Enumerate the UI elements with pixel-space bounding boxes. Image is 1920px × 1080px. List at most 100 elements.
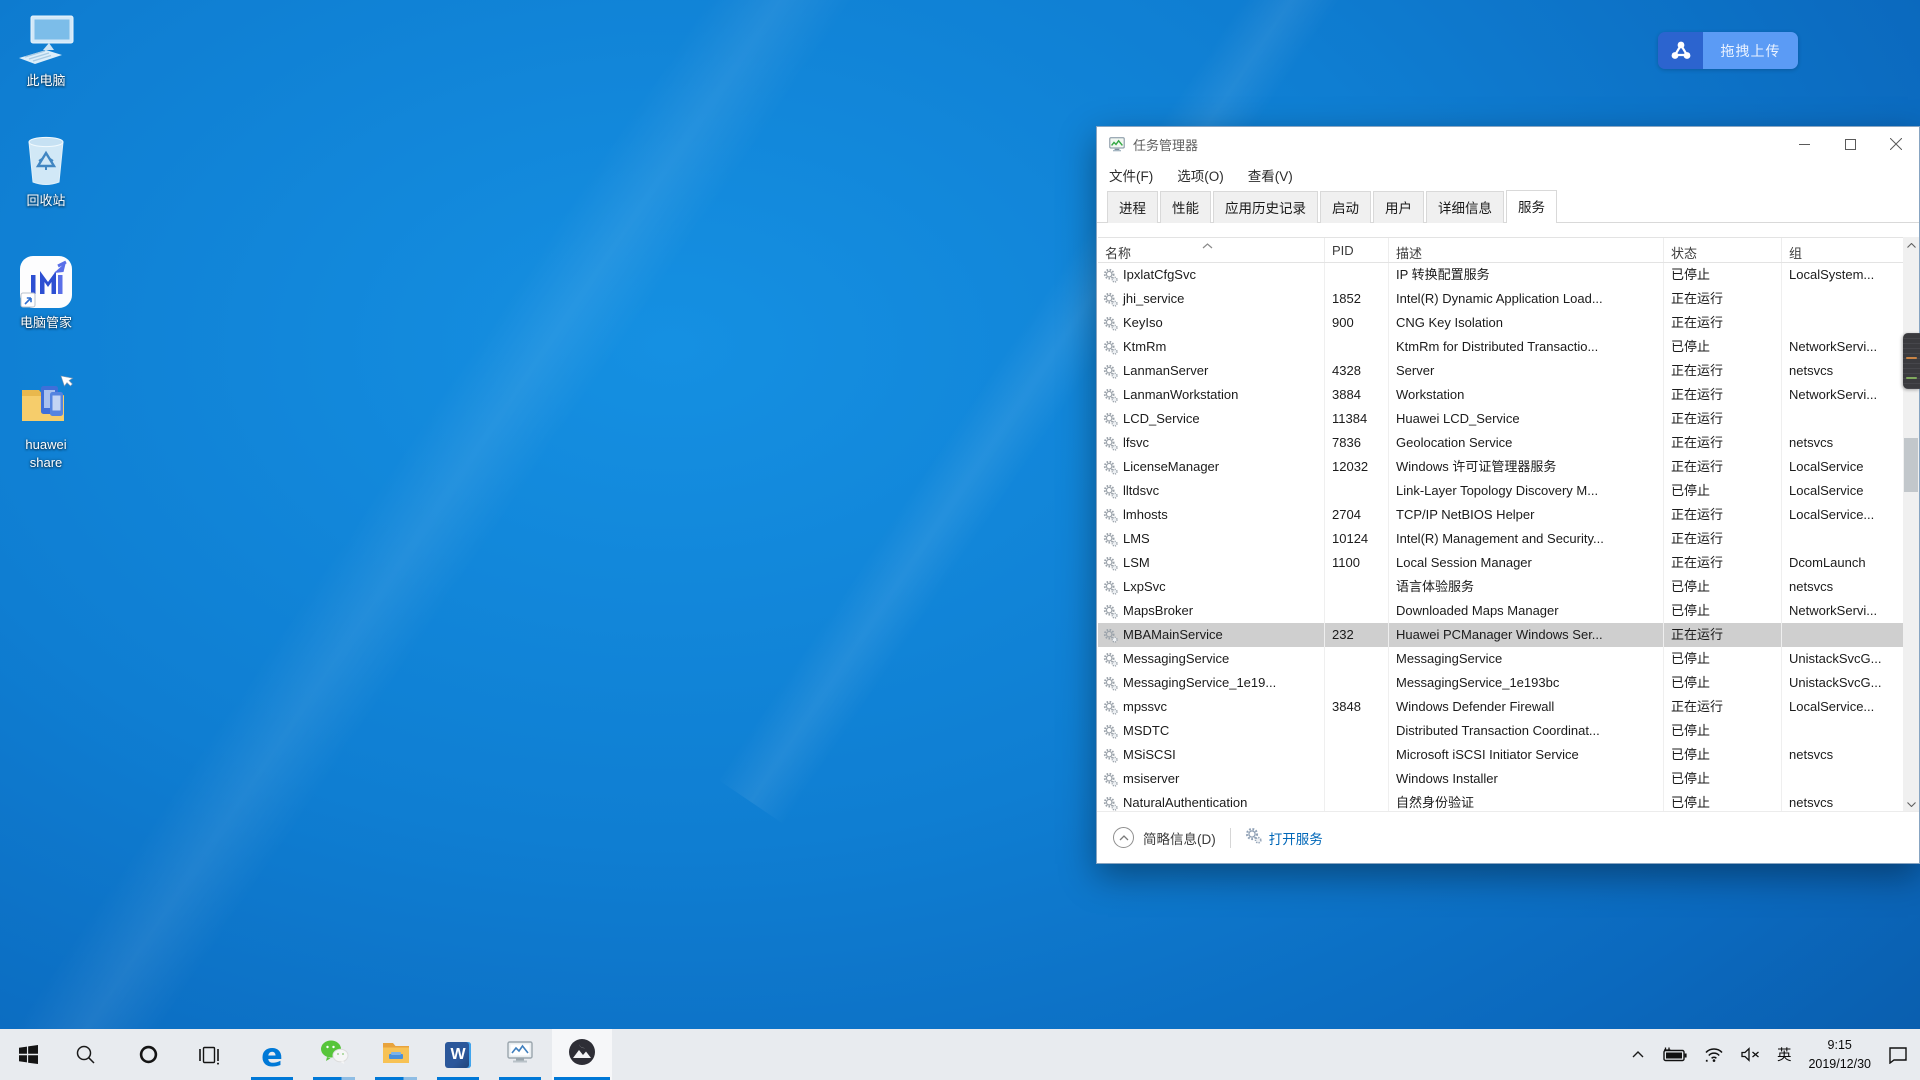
service-name: jhi_service <box>1123 287 1184 311</box>
service-row[interactable]: MBAMainService 232 Huawei PCManager Wind… <box>1098 623 1904 647</box>
taskbar-wechat-button[interactable] <box>304 1029 364 1080</box>
column-header-group[interactable]: 组 <box>1782 238 1904 262</box>
service-group <box>1782 527 1904 551</box>
service-row[interactable]: lmhosts 2704 TCP/IP NetBIOS Helper 正在运行 … <box>1098 503 1904 527</box>
menu-item[interactable]: 文件(F) <box>1109 165 1153 185</box>
service-row[interactable]: KtmRm KtmRm for Distributed Transactio..… <box>1098 335 1904 359</box>
menu-item[interactable]: 选项(O) <box>1177 165 1224 185</box>
desktop-icon-huawei-share[interactable]: huawei share <box>6 376 86 471</box>
service-row[interactable]: MessagingService_1e19... MessagingServic… <box>1098 671 1904 695</box>
volume-muted-icon[interactable] <box>1741 1047 1760 1062</box>
service-name: LicenseManager <box>1123 455 1219 479</box>
service-group <box>1782 719 1904 743</box>
service-status: 正在运行 <box>1664 695 1782 719</box>
tab[interactable]: 性能 <box>1160 191 1211 223</box>
task-view-button[interactable] <box>180 1029 240 1080</box>
minimize-button[interactable] <box>1781 127 1827 161</box>
open-services-link[interactable]: 打开服务 <box>1245 827 1323 849</box>
service-status: 正在运行 <box>1664 527 1782 551</box>
tab[interactable]: 详细信息 <box>1426 191 1504 223</box>
desktop-icon-pc-manager[interactable]: 电脑管家 <box>6 254 86 332</box>
maximize-button[interactable] <box>1827 127 1873 161</box>
cortana-button[interactable] <box>118 1029 178 1080</box>
service-row[interactable]: MSDTC Distributed Transaction Coordinat.… <box>1098 719 1904 743</box>
service-row[interactable]: LicenseManager 12032 Windows 许可证管理器服务 正在… <box>1098 455 1904 479</box>
search-button[interactable] <box>56 1029 116 1080</box>
edge-docked-widget[interactable] <box>1903 333 1920 389</box>
service-row[interactable]: LanmanServer 4328 Server 正在运行 netsvcs <box>1098 359 1904 383</box>
close-button[interactable] <box>1873 127 1919 161</box>
taskbar-word-button[interactable]: W <box>428 1029 488 1080</box>
service-name: LxpSvc <box>1123 575 1166 599</box>
service-row[interactable]: lltdsvc Link-Layer Topology Discovery M.… <box>1098 479 1904 503</box>
column-header-status[interactable]: 状态 <box>1664 238 1782 262</box>
column-header-name[interactable]: 名称 <box>1098 238 1325 262</box>
desktop-icon-this-pc[interactable]: 此电脑 <box>6 12 86 90</box>
service-gear-icon <box>1103 652 1118 667</box>
service-status: 正在运行 <box>1664 359 1782 383</box>
scrollbar-thumb[interactable] <box>1904 438 1918 492</box>
service-pid <box>1325 647 1389 671</box>
service-name: NaturalAuthentication <box>1123 791 1247 813</box>
ime-indicator[interactable]: 英 <box>1777 1044 1792 1065</box>
tab[interactable]: 进程 <box>1107 191 1158 223</box>
service-row[interactable]: LxpSvc 语言体验服务 已停止 netsvcs <box>1098 575 1904 599</box>
service-group: netsvcs <box>1782 791 1904 813</box>
service-name: IpxlatCfgSvc <box>1123 263 1196 287</box>
service-row[interactable]: LMS 10124 Intel(R) Management and Securi… <box>1098 527 1904 551</box>
vertical-scrollbar[interactable] <box>1903 237 1919 813</box>
battery-charging-icon[interactable] <box>1661 1047 1687 1062</box>
service-row[interactable]: MessagingService MessagingService 已停止 Un… <box>1098 647 1904 671</box>
action-center-icon[interactable] <box>1888 1046 1908 1064</box>
service-description: Intel(R) Dynamic Application Load... <box>1389 287 1664 311</box>
service-row[interactable]: IpxlatCfgSvc IP 转换配置服务 已停止 LocalSystem..… <box>1098 263 1904 287</box>
service-gear-icon <box>1103 484 1118 499</box>
taskbar-task-manager-button[interactable] <box>490 1029 550 1080</box>
service-row[interactable]: mpssvc 3848 Windows Defender Firewall 正在… <box>1098 695 1904 719</box>
wifi-icon[interactable] <box>1704 1047 1724 1062</box>
footer-divider <box>1230 828 1231 848</box>
service-description: Windows Defender Firewall <box>1389 695 1664 719</box>
tray-expand-chevron-icon[interactable] <box>1632 1051 1644 1058</box>
tab[interactable]: 用户 <box>1373 191 1424 223</box>
service-row[interactable]: MapsBroker Downloaded Maps Manager 已停止 N… <box>1098 599 1904 623</box>
tab[interactable]: 应用历史记录 <box>1213 191 1318 223</box>
taskbar-clock[interactable]: 9:15 2019/12/30 <box>1808 1036 1871 1072</box>
taskbar-file-explorer-button[interactable] <box>366 1029 426 1080</box>
menu-item[interactable]: 查看(V) <box>1248 165 1293 185</box>
system-tray: 英 9:15 2019/12/30 <box>1632 1029 1920 1080</box>
fewer-details-toggle[interactable]: 简略信息(D) <box>1113 827 1216 848</box>
service-row[interactable]: NaturalAuthentication 自然身份验证 已停止 netsvcs <box>1098 791 1904 813</box>
scroll-up-button[interactable] <box>1903 237 1919 254</box>
service-row[interactable]: msiserver Windows Installer 已停止 <box>1098 767 1904 791</box>
start-button[interactable] <box>2 1029 54 1080</box>
service-group: netsvcs <box>1782 359 1904 383</box>
service-row[interactable]: lfsvc 7836 Geolocation Service 正在运行 nets… <box>1098 431 1904 455</box>
service-description: Workstation <box>1389 383 1664 407</box>
service-group: LocalSystem... <box>1782 263 1904 287</box>
service-status: 已停止 <box>1664 335 1782 359</box>
service-row[interactable]: LanmanWorkstation 3884 Workstation 正在运行 … <box>1098 383 1904 407</box>
desktop-icon-recycle-bin[interactable]: 回收站 <box>6 132 86 210</box>
column-header-pid[interactable]: PID <box>1325 238 1389 262</box>
service-pid: 7836 <box>1325 431 1389 455</box>
service-row[interactable]: LCD_Service 11384 Huawei LCD_Service 正在运… <box>1098 407 1904 431</box>
taskbar-photos-button[interactable] <box>552 1029 612 1080</box>
service-row[interactable]: jhi_service 1852 Intel(R) Dynamic Applic… <box>1098 287 1904 311</box>
drag-upload-widget[interactable]: 拖拽上传 <box>1658 32 1798 69</box>
column-header-description[interactable]: 描述 <box>1389 238 1664 262</box>
service-status: 已停止 <box>1664 647 1782 671</box>
service-row[interactable]: KeyIso 900 CNG Key Isolation 正在运行 <box>1098 311 1904 335</box>
tab[interactable]: 服务 <box>1506 190 1557 223</box>
service-row[interactable]: MSiSCSI Microsoft iSCSI Initiator Servic… <box>1098 743 1904 767</box>
service-group: netsvcs <box>1782 575 1904 599</box>
service-row[interactable]: LSM 1100 Local Session Manager 正在运行 Dcom… <box>1098 551 1904 575</box>
service-gear-icon <box>1103 268 1118 283</box>
service-pid <box>1325 479 1389 503</box>
taskbar-edge-button[interactable]: e <box>242 1029 302 1080</box>
tab[interactable]: 启动 <box>1320 191 1371 223</box>
service-pid <box>1325 743 1389 767</box>
service-group <box>1782 623 1904 647</box>
netdisk-logo-icon <box>1658 32 1703 69</box>
service-gear-icon <box>1103 364 1118 379</box>
